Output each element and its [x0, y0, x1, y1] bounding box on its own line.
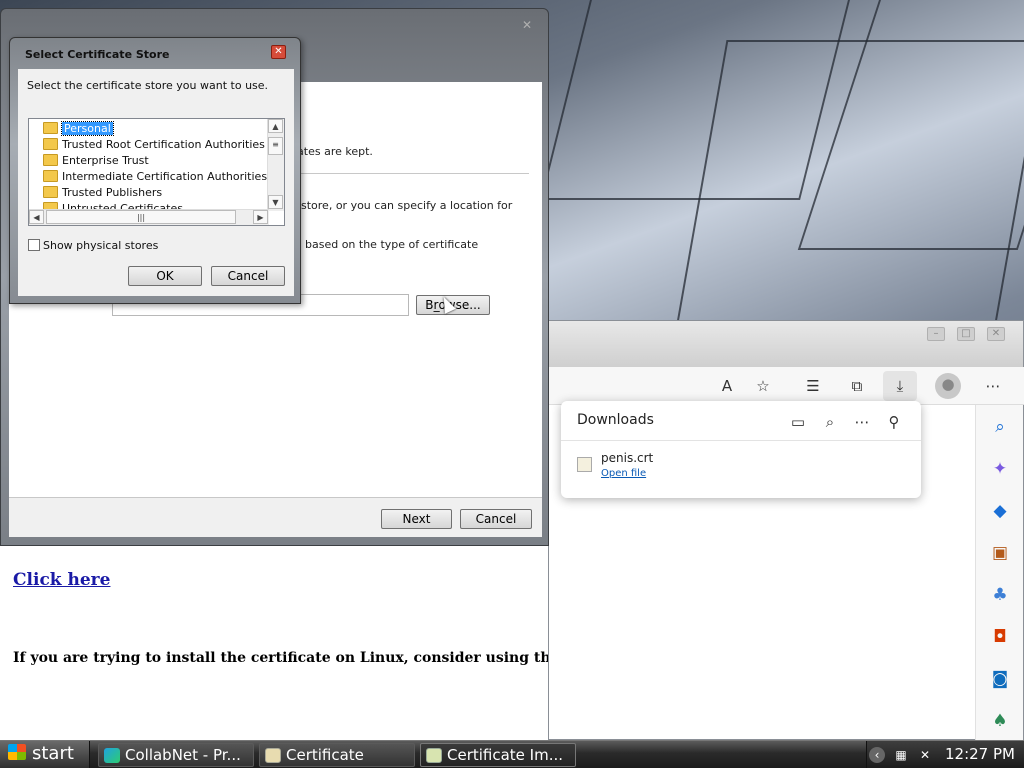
checkbox-label: Show physical stores [43, 239, 159, 252]
store-tree[interactable]: Personal Trusted Root Certification Auth… [28, 118, 285, 226]
browser-sidebar: ⌕ ✦ ◆ ▣ ♣ ◘ ◙ ♠ [975, 405, 1023, 741]
downloads-panel: Downloads ▭ ⌕ ⋯ ⚲ penis.crt Open file [561, 401, 921, 498]
taskbar-item-collabnet[interactable]: CollabNet - Pr... [98, 743, 254, 767]
taskbar-item-certificate[interactable]: Certificate [259, 743, 415, 767]
task-label: CollabNet - Pr... [125, 746, 241, 764]
vertical-scrollbar[interactable]: ▲ ≡ ▼ [267, 119, 284, 211]
certificate-file-icon [577, 457, 592, 472]
tools-icon[interactable]: ▣ [988, 541, 1012, 565]
scroll-right-icon[interactable]: ▶ [253, 210, 268, 224]
more-options-icon[interactable]: ⋯ [981, 375, 1005, 397]
office-icon[interactable]: ◘ [988, 625, 1012, 649]
downloads-icon[interactable]: ⤓ [883, 371, 917, 401]
tree-item-label: Personal [61, 121, 114, 136]
tree-item-label: Trusted Root Certification Authorities [62, 138, 265, 151]
downloads-title: Downloads [577, 412, 654, 428]
tree-item-label: Intermediate Certification Authorities [62, 170, 268, 183]
search-icon[interactable]: ⌕ [819, 411, 841, 433]
select-certificate-store-dialog: Select Certificate Store ✕ Select the ce… [9, 37, 301, 304]
checkbox[interactable] [28, 239, 40, 251]
scroll-down-icon[interactable]: ▼ [268, 195, 283, 209]
more-icon[interactable]: ⋯ [851, 411, 873, 433]
collections-icon[interactable]: ⧉ [845, 375, 869, 397]
browser-toolbar: A ☆ ☰ ⧉ ⤓ ● ⋯ [549, 367, 1024, 405]
maximize-button[interactable]: □ [957, 327, 975, 341]
clock[interactable]: 12:27 PM [945, 741, 1015, 767]
wizard-store-text: store, or you can specify a location for [301, 199, 513, 212]
outlook-icon[interactable]: ◙ [988, 667, 1012, 691]
volume-muted-icon[interactable]: ✕ [917, 747, 933, 763]
scroll-thumb[interactable]: ||| [46, 210, 236, 224]
folder-icon [43, 186, 58, 198]
horizontal-scrollbar[interactable]: ◀ ||| ▶ [29, 209, 269, 225]
cancel-button[interactable]: Cancel [211, 266, 285, 286]
scroll-thumb[interactable]: ≡ [268, 137, 283, 155]
pin-icon[interactable]: ⚲ [883, 411, 905, 433]
dialog-prompt: Select the certificate store you want to… [27, 79, 269, 92]
close-button[interactable]: ✕ [987, 327, 1005, 341]
close-icon[interactable]: ✕ [518, 17, 536, 33]
browser-title-bar: – □ ✕ [549, 321, 1023, 367]
taskbar-item-certificate-import[interactable]: Certificate Im... [420, 743, 576, 767]
ok-button[interactable]: OK [128, 266, 202, 286]
add-favorite-icon[interactable]: ☆ [751, 375, 775, 397]
shopping-tag-icon[interactable]: ◆ [988, 499, 1012, 523]
certificate-import-icon [426, 748, 442, 763]
open-file-link[interactable]: Open file [601, 468, 646, 479]
tree-item[interactable]: Trusted Publishers [43, 185, 162, 201]
task-label: Certificate [286, 746, 364, 764]
games-icon[interactable]: ♣ [988, 583, 1012, 607]
task-label: Certificate Im... [447, 746, 564, 764]
folder-icon [43, 122, 58, 134]
network-icon[interactable]: ▦ [893, 747, 909, 763]
start-button[interactable]: start [0, 741, 90, 768]
close-icon[interactable]: ✕ [271, 45, 286, 59]
scroll-up-icon[interactable]: ▲ [268, 119, 283, 133]
tree-icon[interactable]: ♠ [988, 709, 1012, 733]
tree-item[interactable]: Trusted Root Certification Authorities [43, 137, 265, 153]
next-button[interactable]: Next [381, 509, 452, 529]
download-file-name: penis.crt [601, 451, 654, 465]
wizard-footer: Next Cancel [9, 497, 542, 537]
favorites-icon[interactable]: ☰ [801, 375, 825, 397]
windows-logo-icon [8, 744, 26, 760]
minimize-button[interactable]: – [927, 327, 945, 341]
browser-window: – □ ✕ A ☆ ☰ ⧉ ⤓ ● ⋯ ⌕ ✦ ◆ ▣ ♣ ◘ ◙ ♠ [548, 320, 1024, 741]
chevron-left-icon[interactable]: ‹ [869, 747, 885, 763]
wizard-auto-select-text: based on the type of certificate [305, 238, 479, 251]
folder-icon [43, 154, 58, 166]
folder-icon [43, 138, 58, 150]
divider [561, 440, 921, 441]
search-icon[interactable]: ⌕ [988, 415, 1012, 439]
cancel-button[interactable]: Cancel [460, 509, 532, 529]
start-label: start [32, 743, 74, 764]
read-aloud-icon[interactable]: A [715, 375, 739, 397]
tree-item[interactable]: Intermediate Certification Authorities [43, 169, 267, 185]
profile-avatar[interactable]: ● [935, 373, 961, 399]
tree-item-label: Trusted Publishers [62, 186, 163, 199]
folder-icon [43, 170, 58, 182]
system-tray: ‹ ▦ ✕ 12:27 PM [866, 741, 1024, 768]
dialog-title: Select Certificate Store [25, 48, 170, 61]
taskbar: start CollabNet - Pr... Certificate Cert… [0, 740, 1024, 768]
show-physical-stores[interactable]: Show physical stores [28, 239, 158, 252]
copilot-icon[interactable]: ✦ [988, 457, 1012, 481]
tree-item-label: Enterprise Trust [62, 154, 149, 167]
edge-icon [104, 748, 120, 763]
scroll-left-icon[interactable]: ◀ [29, 210, 44, 224]
tree-item[interactable]: Personal [43, 121, 114, 137]
certificate-icon [265, 748, 281, 763]
click-here-link[interactable]: Click here [13, 570, 110, 590]
tree-item[interactable]: Enterprise Trust [43, 153, 149, 169]
folder-icon[interactable]: ▭ [787, 411, 809, 433]
dialog-content: Select the certificate store you want to… [18, 69, 294, 296]
